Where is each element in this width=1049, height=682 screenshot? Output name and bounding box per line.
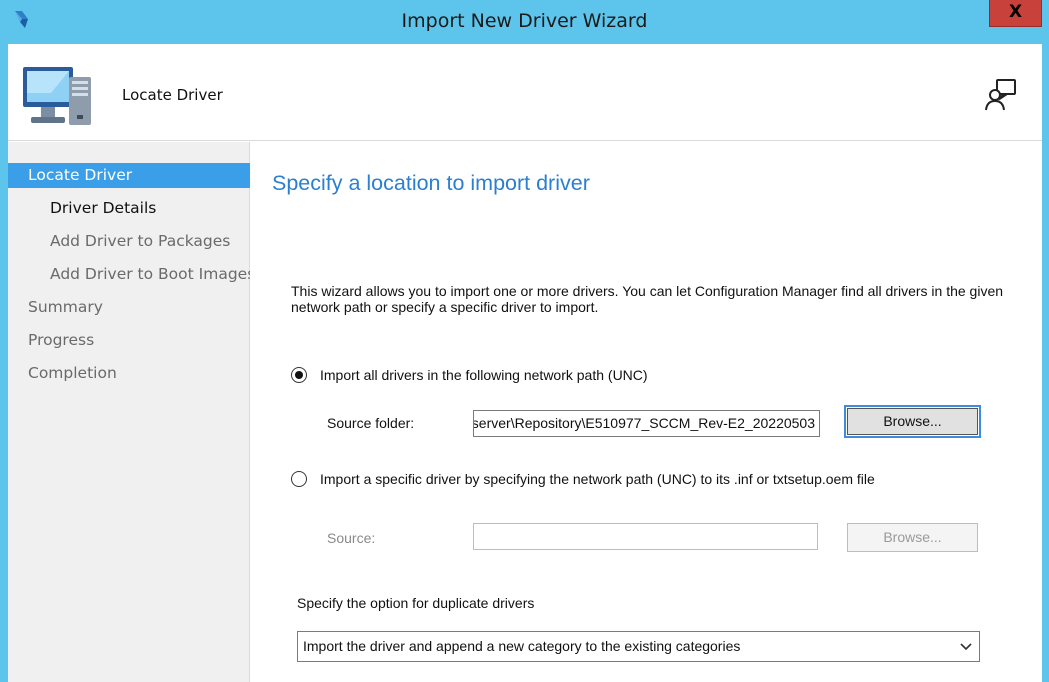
window-title: Import New Driver Wizard <box>401 10 648 32</box>
nav-step-summary[interactable]: Summary <box>8 295 250 320</box>
step-title: Locate Driver <box>122 86 223 104</box>
option-import-specific-radio[interactable]: Import a specific driver by specifying t… <box>291 470 991 490</box>
source-label: Source: <box>327 530 376 546</box>
nav-step-progress[interactable]: Progress <box>8 328 250 353</box>
close-button[interactable]: X <box>989 0 1042 27</box>
source-folder-value: \\server\Repository\E510977_SCCM_Rev-E2_… <box>473 415 815 431</box>
computer-icon <box>23 67 91 125</box>
duplicates-label: Specify the option for duplicate drivers <box>297 595 535 611</box>
title-bar: Import New Driver Wizard X <box>0 0 1049 44</box>
wizard-content: Specify a location to import driver This… <box>251 142 1042 682</box>
duplicates-selected-value: Import the driver and append a new categ… <box>303 638 741 654</box>
option-import-specific-label: Import a specific driver by specifying t… <box>320 471 875 487</box>
nav-step-add-to-packages[interactable]: Add Driver to Packages <box>8 229 250 254</box>
duplicates-dropdown[interactable]: Import the driver and append a new categ… <box>297 631 980 662</box>
wizard-steps-nav: Locate Driver Driver Details Add Driver … <box>8 142 250 682</box>
source-input[interactable] <box>473 523 818 550</box>
nav-step-locate-driver[interactable]: Locate Driver <box>8 163 250 188</box>
source-folder-label: Source folder: <box>327 415 415 431</box>
radio-button-unchecked[interactable] <box>291 471 307 487</box>
browse-file-button[interactable]: Browse... <box>847 523 978 552</box>
nav-step-add-to-boot-images[interactable]: Add Driver to Boot Images <box>8 262 250 287</box>
browse-folder-button[interactable]: Browse... <box>847 408 978 435</box>
help-person-icon[interactable] <box>983 77 1019 113</box>
nav-step-driver-details[interactable]: Driver Details <box>8 196 250 221</box>
wizard-header: Locate Driver <box>8 44 1042 141</box>
option-import-all-radio[interactable]: Import all drivers in the following netw… <box>291 366 791 386</box>
window-frame-right <box>1042 44 1049 682</box>
intro-text: This wizard allows you to import one or … <box>291 283 1004 315</box>
page-heading: Specify a location to import driver <box>272 171 590 195</box>
window-frame-left <box>0 44 8 682</box>
nav-step-completion[interactable]: Completion <box>8 361 250 386</box>
chevron-down-icon <box>960 643 972 651</box>
radio-button-checked[interactable] <box>291 367 307 383</box>
source-folder-input[interactable]: \\server\Repository\E510977_SCCM_Rev-E2_… <box>473 410 820 437</box>
option-import-all-label: Import all drivers in the following netw… <box>320 367 648 383</box>
